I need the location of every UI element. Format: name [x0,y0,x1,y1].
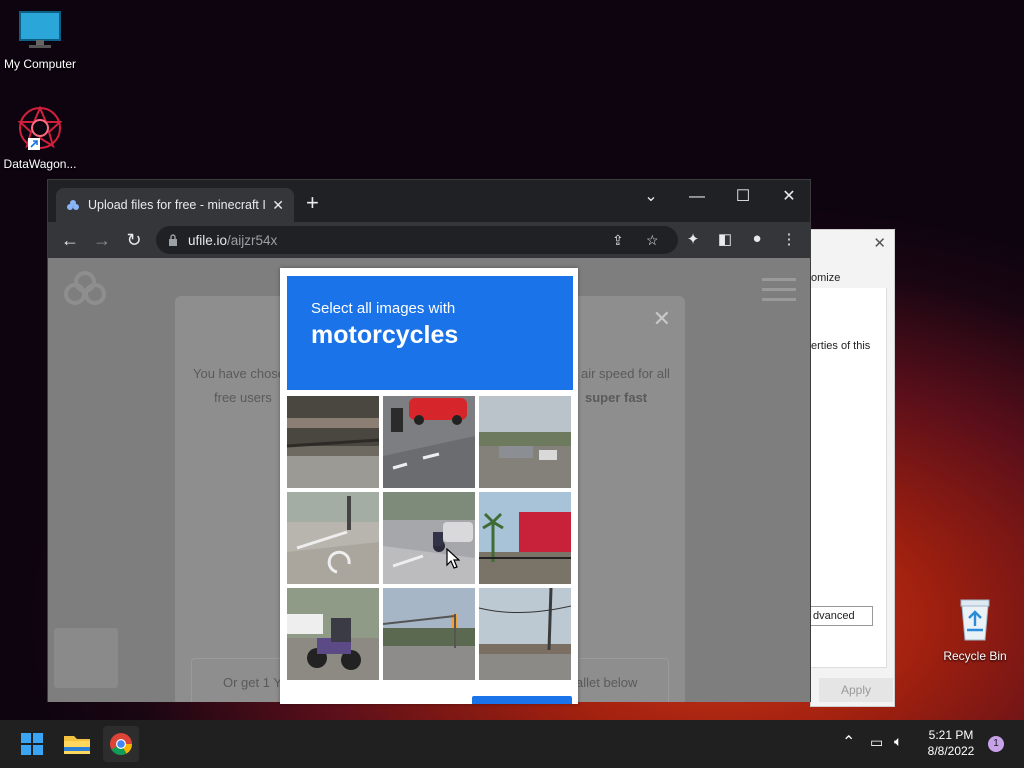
tab-close-icon[interactable]: ✕ [272,197,284,214]
forward-icon[interactable]: → [86,230,118,251]
clock-time: 5:21 PM [928,728,974,742]
clock[interactable]: 5:21 PM 8/8/2022 [920,728,982,758]
modal-text: You have chose [193,366,286,381]
captcha-challenge: Select all images with motorcycles [280,268,578,704]
maximize-icon[interactable]: ☐ [720,184,766,210]
tab-ufile[interactable]: Upload files for free - minecraft I ✕ [56,188,294,222]
captcha-tile-8[interactable] [383,588,475,680]
file-explorer-button[interactable] [59,726,95,762]
datawagon-app-icon [17,105,63,150]
chevron-up-icon[interactable]: ⌃ [842,732,855,752]
back-icon[interactable]: ← [54,230,86,251]
dialog-text-customize: omize [811,272,841,284]
recaptcha-badge [54,628,118,688]
reload-icon[interactable]: ↻ [118,230,150,251]
mouse-cursor-icon [446,548,460,569]
monitor-icon [19,11,61,48]
address-host: ufile.io [188,232,228,248]
modal-close-icon[interactable]: ✕ [653,306,671,332]
desktop-icon-recycle-bin[interactable]: Recycle Bin [935,596,1015,663]
network-icon[interactable]: ▭ [870,734,883,751]
close-window-icon[interactable]: ✕ [766,184,812,210]
ufile-logo-icon [64,271,106,305]
volume-icon[interactable]: 🔈︎ [894,733,902,750]
captcha-tile-9[interactable] [479,588,571,680]
captcha-header: Select all images with motorcycles [287,276,573,390]
tab-strip: Upload files for free - minecraft I ✕ + … [48,180,810,222]
modal-text: super fast [585,390,648,405]
apply-button[interactable]: Apply [819,678,893,702]
recycle-bin-icon [960,599,990,641]
windows-logo-icon [21,733,43,755]
clock-date: 8/8/2022 [927,744,975,758]
verify-button[interactable] [472,696,572,704]
advanced-button[interactable]: dvanced [811,606,873,626]
tab-title: Upload files for free - minecraft I [88,198,266,212]
folder-icon [64,736,90,754]
side-panel-icon[interactable]: ◧ [714,230,736,248]
captcha-tile-4[interactable] [287,492,379,584]
hamburger-menu-icon[interactable] [762,278,796,308]
address-bar[interactable]: ufile.io/aijzr54x ⇪ ☆ [156,226,678,254]
desktop-icon-label: Recycle Bin [943,649,1007,663]
tab-search-icon[interactable]: ⌄ [628,184,674,210]
browser-toolbar: ← → ↻ ufile.io/aijzr54x ⇪ ☆ ✦ ◧ ● ⋮ [48,222,810,258]
taskbar: ⌃ ▭ 🔈︎ 5:21 PM 8/8/2022 [0,720,1024,768]
properties-dialog: ✕ omize erties of this dvanced Apply [810,229,895,707]
captcha-target: motorcycles [311,321,459,349]
menu-kebab-icon[interactable]: ⋮ [778,230,800,248]
captcha-tile-6[interactable] [479,492,571,584]
address-path: /aijzr54x [227,232,278,248]
notification-badge[interactable]: 1 [988,736,1004,752]
ufile-favicon-icon [67,200,79,210]
desktop-icon-label: DataWagon... [3,157,77,171]
start-button[interactable] [14,726,50,762]
modal-text: free users [214,390,272,405]
captcha-prompt: Select all images with [311,300,456,317]
modal-text: Or get 1 Y [223,675,283,690]
modal-text: allet below [576,675,638,690]
dialog-text-properties: erties of this [811,340,871,352]
close-icon[interactable]: ✕ [873,234,886,252]
share-icon[interactable]: ⇪ [612,232,624,249]
desktop-icon-my-computer[interactable]: My Computer [0,10,80,71]
desktop-icon-label: My Computer [3,57,77,71]
extensions-icon[interactable]: ✦ [682,230,704,248]
captcha-tile-7[interactable] [287,588,379,680]
modal-text: air speed for all [581,366,670,381]
captcha-tile-3[interactable] [479,396,571,488]
chrome-taskbar-button[interactable] [103,726,139,762]
captcha-tile-5[interactable] [383,492,475,584]
new-tab-icon[interactable]: + [306,190,319,216]
lock-icon [169,234,177,246]
bookmark-star-icon[interactable]: ☆ [646,232,659,249]
captcha-tile-2[interactable] [383,396,475,488]
minimize-icon[interactable]: — [674,184,720,210]
chrome-icon [110,733,132,755]
profile-icon[interactable]: ● [746,230,768,247]
captcha-tile-1[interactable] [287,396,379,488]
desktop-icon-datawagon[interactable]: DataWagon... [0,105,80,171]
